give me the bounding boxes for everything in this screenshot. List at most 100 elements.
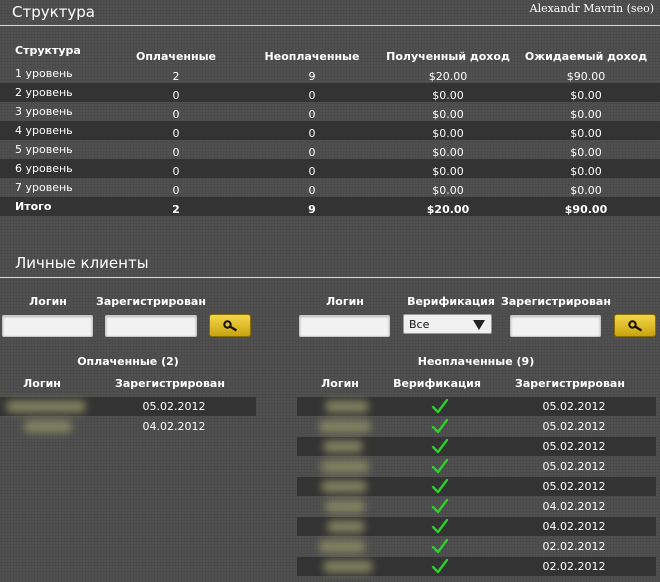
level-cell: 7 уровень	[15, 181, 73, 194]
unpaid-cell: 0	[308, 127, 316, 140]
client-registered-date: 05.02.2012	[542, 440, 606, 453]
user-name[interactable]: Alexandr Mavrin (seo)	[530, 2, 654, 15]
unpaid-client-row[interactable]: 05.02.2012	[297, 457, 656, 476]
unpaid-client-row[interactable]: 04.02.2012	[297, 497, 656, 516]
magnifier-icon	[223, 320, 238, 332]
expected-cell: $0.00	[570, 89, 602, 102]
received-cell: $0.00	[432, 108, 464, 121]
checkmark-icon	[431, 478, 449, 494]
col-unpaid: Неоплаченные	[264, 50, 360, 63]
client-login-redacted[interactable]	[6, 400, 86, 413]
unpaid-client-row[interactable]: 04.02.2012	[297, 517, 656, 536]
total-received: $20.00	[426, 203, 470, 216]
paid-cell: 0	[172, 165, 180, 178]
client-login-redacted[interactable]	[24, 420, 72, 433]
unpaid-client-row[interactable]: 05.02.2012	[297, 477, 656, 496]
level-cell: 3 уровень	[15, 105, 73, 118]
expected-cell: $0.00	[570, 127, 602, 140]
checkmark-icon	[431, 438, 449, 454]
client-registered-date: 05.02.2012	[542, 400, 606, 413]
structure-row: 2 уровень 0 0 $0.00 $0.00	[0, 83, 660, 102]
magnifier-icon	[628, 320, 643, 332]
unpaid-login-label: Логин	[326, 295, 364, 308]
structure-row: 3 уровень 0 0 $0.00 $0.00	[0, 102, 660, 121]
unpaid-client-row[interactable]: 05.02.2012	[297, 417, 656, 436]
level-cell: 1 уровень	[15, 67, 73, 80]
structure-total-row: Итого 2 9 $20.00 $90.00	[0, 197, 660, 216]
paid-list-title: Оплаченные (2)	[77, 355, 179, 368]
structure-row: 6 уровень 0 0 $0.00 $0.00	[0, 159, 660, 178]
client-login-redacted[interactable]	[319, 420, 371, 433]
paid-col-login: Логин	[23, 377, 61, 390]
unpaid-cell: 0	[308, 89, 316, 102]
paid-cell: 2	[172, 70, 180, 83]
col-structure: Структура	[15, 44, 81, 57]
checkmark-icon	[431, 558, 449, 574]
col-paid: Оплаченные	[135, 50, 217, 63]
paid-registered-input[interactable]	[105, 315, 197, 337]
unpaid-cell: 0	[308, 165, 316, 178]
client-login-redacted[interactable]	[321, 460, 369, 473]
unpaid-client-row[interactable]: 02.02.2012	[297, 557, 656, 576]
unpaid-cell: 0	[308, 184, 316, 197]
received-cell: $20.00	[428, 70, 468, 83]
total-label: Итого	[15, 200, 52, 213]
checkmark-icon	[431, 458, 449, 474]
paid-client-row[interactable]: 05.02.2012	[0, 397, 256, 416]
client-registered-date: 05.02.2012	[542, 420, 606, 433]
paid-cell: 0	[172, 89, 180, 102]
client-login-redacted[interactable]	[323, 440, 363, 453]
client-registered-date: 04.02.2012	[542, 500, 606, 513]
expected-cell: $0.00	[570, 108, 602, 121]
verification-select[interactable]: Все	[403, 314, 492, 334]
unpaid-client-row[interactable]: 02.02.2012	[297, 537, 656, 556]
paid-cell: 0	[172, 146, 180, 159]
expected-cell: $90.00	[566, 70, 606, 83]
unpaid-cell: 9	[308, 70, 316, 83]
structure-row: 4 уровень 0 0 $0.00 $0.00	[0, 121, 660, 140]
client-registered-date: 02.02.2012	[542, 540, 606, 553]
client-login-redacted[interactable]	[325, 500, 365, 513]
unpaid-registered-input[interactable]	[510, 315, 601, 337]
structure-table: Структура Оплаченные Неоплаченные Получе…	[0, 38, 660, 216]
unpaid-login-input[interactable]	[299, 315, 390, 337]
unpaid-registered-label: Зарегистрирован	[501, 295, 611, 308]
client-login-redacted[interactable]	[319, 540, 365, 553]
page-title: Структура	[12, 3, 95, 21]
client-login-redacted[interactable]	[327, 520, 365, 533]
clients-divider	[0, 277, 660, 278]
paid-client-row[interactable]: 04.02.2012	[0, 417, 256, 436]
client-registered-date: 05.02.2012	[542, 480, 606, 493]
client-login-redacted[interactable]	[323, 560, 373, 573]
client-login-redacted[interactable]	[325, 400, 369, 413]
triangle-down-icon	[473, 320, 485, 330]
checkmark-icon	[431, 498, 449, 514]
level-cell: 2 уровень	[15, 86, 73, 99]
unpaid-client-row[interactable]: 05.02.2012	[297, 437, 656, 456]
structure-row: 7 уровень 0 0 $0.00 $0.00	[0, 178, 660, 197]
paid-search-button[interactable]	[209, 314, 251, 337]
paid-login-input[interactable]	[2, 315, 93, 337]
unpaid-col-login: Логин	[321, 377, 359, 390]
total-expected: $90.00	[564, 203, 608, 216]
col-received: Полученный доход	[386, 50, 510, 63]
title-divider	[0, 25, 660, 26]
client-login-redacted[interactable]	[321, 480, 367, 493]
client-registered-date: 04.02.2012	[542, 520, 606, 533]
unpaid-col-registered: Зарегистрирован	[515, 377, 625, 390]
unpaid-client-row[interactable]: 05.02.2012	[297, 397, 656, 416]
checkmark-icon	[431, 538, 449, 554]
received-cell: $0.00	[432, 165, 464, 178]
client-registered-date: 02.02.2012	[542, 560, 606, 573]
clients-title: Личные клиенты	[15, 254, 149, 272]
unpaid-verification-label: Верификация	[407, 295, 495, 308]
client-registered-date: 04.02.2012	[142, 420, 206, 433]
checkmark-icon	[431, 398, 449, 414]
unpaid-search-button[interactable]	[614, 314, 656, 337]
paid-cell: 0	[172, 184, 180, 197]
verification-select-value: Все	[409, 318, 430, 331]
unpaid-cell: 0	[308, 146, 316, 159]
unpaid-list-title: Неоплаченные (9)	[417, 355, 535, 368]
expected-cell: $0.00	[570, 165, 602, 178]
paid-col-registered: Зарегистрирован	[115, 377, 225, 390]
